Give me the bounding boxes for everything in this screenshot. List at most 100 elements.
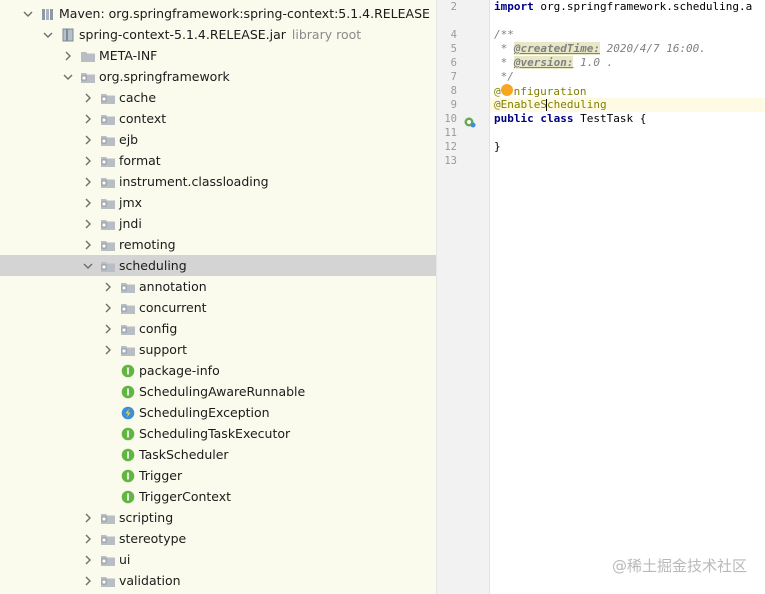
tree-node-validation[interactable]: validation <box>0 570 436 591</box>
package-icon <box>100 258 116 274</box>
tree-node-concurrent[interactable]: concurrent <box>0 297 436 318</box>
interface-icon <box>120 426 136 442</box>
code-line: */ <box>494 70 514 83</box>
chevron-right-icon[interactable] <box>100 342 116 358</box>
tree-node-ejb[interactable]: ejb <box>0 129 436 150</box>
tree-node-instrument-classloading[interactable]: instrument.classloading <box>0 171 436 192</box>
tree-node-label: scripting <box>119 510 174 525</box>
package-icon <box>100 552 116 568</box>
chevron-right-icon[interactable] <box>80 510 96 526</box>
package-icon <box>100 111 116 127</box>
line-number: 2 <box>450 1 457 13</box>
line-number: 8 <box>450 85 457 97</box>
chevron-right-icon[interactable] <box>100 300 116 316</box>
chevron-right-icon[interactable] <box>60 48 76 64</box>
tree-node-remoting[interactable]: remoting <box>0 234 436 255</box>
tree-node-package-info[interactable]: package-info <box>0 360 436 381</box>
intention-bulb-icon[interactable] <box>500 84 513 96</box>
tree-node-label: concurrent <box>139 300 207 315</box>
tree-node-scheduling[interactable]: scheduling <box>0 255 436 276</box>
package-icon <box>100 510 116 526</box>
chevron-right-icon[interactable] <box>80 237 96 253</box>
tree-node-jmx[interactable]: jmx <box>0 192 436 213</box>
tree-node-label: SchedulingTaskExecutor <box>139 426 291 441</box>
line-number: 4 <box>450 29 457 41</box>
project-tree-panel: Maven: org.springframework:spring-contex… <box>0 0 436 594</box>
package-icon <box>80 69 96 85</box>
code-editor[interactable]: 2 4 5 6 7 8 9 10 11 12 13 import org.spr… <box>436 0 765 594</box>
line-number: 13 <box>444 155 457 167</box>
interface-icon <box>120 384 136 400</box>
tree-node-scripting[interactable]: scripting <box>0 507 436 528</box>
line-number: 5 <box>450 43 457 55</box>
code-line: public class TestTask { <box>494 112 647 125</box>
tree-node-label: Maven: org.springframework:spring-contex… <box>59 6 430 21</box>
tree-node-label: SchedulingException <box>139 405 270 420</box>
tree-node-label: remoting <box>119 237 176 252</box>
tree-node-label: spring-context-5.1.4.RELEASE.jar <box>79 27 286 42</box>
tree-node-org-springframework[interactable]: org.springframework <box>0 66 436 87</box>
tree-node-label: format <box>119 153 161 168</box>
interface-icon <box>120 363 136 379</box>
chevron-right-icon[interactable] <box>80 111 96 127</box>
chevron-right-icon[interactable] <box>80 153 96 169</box>
tree-node-schedulingexception[interactable]: SchedulingException <box>0 402 436 423</box>
package-icon <box>120 321 136 337</box>
line-number: 10 <box>444 113 457 125</box>
tree-node-stereotype[interactable]: stereotype <box>0 528 436 549</box>
line-number: 9 <box>450 99 457 111</box>
tree-node-context[interactable]: context <box>0 108 436 129</box>
line-number: 12 <box>444 141 457 153</box>
tree-node-schedulingawarerunnable[interactable]: SchedulingAwareRunnable <box>0 381 436 402</box>
chevron-right-icon[interactable] <box>80 90 96 106</box>
tree-node-meta-inf[interactable]: META-INF <box>0 45 436 66</box>
line-number: 7 <box>450 71 457 83</box>
chevron-right-icon[interactable] <box>100 321 116 337</box>
tree-node-annotation[interactable]: annotation <box>0 276 436 297</box>
tree-node-jndi[interactable]: jndi <box>0 213 436 234</box>
tree-node-label: jmx <box>119 195 143 210</box>
tree-node-label: TaskScheduler <box>139 447 229 462</box>
tree-node-label: support <box>139 342 187 357</box>
code-line: * @createdTime: 2020/4/7 16:00. <box>494 42 706 55</box>
tree-node-label: cache <box>119 90 157 105</box>
tree-node-format[interactable]: format <box>0 150 436 171</box>
chevron-right-icon[interactable] <box>100 279 116 295</box>
package-icon <box>100 90 116 106</box>
tree-node-label: Trigger <box>139 468 183 483</box>
chevron-right-icon[interactable] <box>80 531 96 547</box>
tree-node-config[interactable]: config <box>0 318 436 339</box>
chevron-right-icon[interactable] <box>80 573 96 589</box>
tree-node-ui[interactable]: ui <box>0 549 436 570</box>
chevron-right-icon[interactable] <box>80 174 96 190</box>
tree-node-taskscheduler[interactable]: TaskScheduler <box>0 444 436 465</box>
package-icon <box>100 174 116 190</box>
tree-node-spring-context-5-1-4-release-jar[interactable]: spring-context-5.1.4.RELEASE.jar library … <box>0 24 436 45</box>
package-icon <box>100 573 116 589</box>
tree-node-support[interactable]: support <box>0 339 436 360</box>
chevron-down-icon[interactable] <box>20 6 36 22</box>
tree-node-cache[interactable]: cache <box>0 87 436 108</box>
chevron-right-icon[interactable] <box>80 216 96 232</box>
chevron-right-icon[interactable] <box>80 552 96 568</box>
tree-node-label: stereotype <box>119 531 187 546</box>
chevron-down-icon[interactable] <box>60 69 76 85</box>
package-icon <box>100 132 116 148</box>
chevron-right-icon[interactable] <box>80 132 96 148</box>
interface-icon <box>120 489 136 505</box>
spring-bean-gutter-icon[interactable] <box>464 113 476 128</box>
tree-node-hint: library root <box>291 27 362 42</box>
tree-node-schedulingtaskexecutor[interactable]: SchedulingTaskExecutor <box>0 423 436 444</box>
package-icon <box>120 279 136 295</box>
tree-node-trigger[interactable]: Trigger <box>0 465 436 486</box>
code-line: * @version: 1.0 . <box>494 56 614 69</box>
chevron-right-icon[interactable] <box>80 195 96 211</box>
chevron-down-icon[interactable] <box>40 27 56 43</box>
tree-node-maven-org-springframework-spring-context-5-1-4-release[interactable]: Maven: org.springframework:spring-contex… <box>0 3 436 24</box>
chevron-down-icon[interactable] <box>80 258 96 274</box>
tree-node-triggercontext[interactable]: TriggerContext <box>0 486 436 507</box>
